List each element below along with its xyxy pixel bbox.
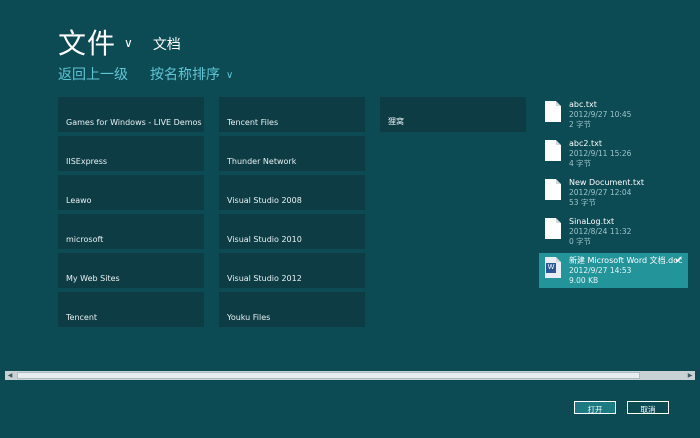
folder-label: Leawo: [66, 196, 92, 205]
file-size: 53 字节: [569, 198, 596, 207]
folder-tile[interactable]: Visual Studio 2010: [219, 214, 365, 249]
file-date: 2012/8/24 11:32: [569, 227, 632, 236]
file-name: abc.txt: [569, 100, 597, 109]
arrow-left-icon[interactable]: ◀: [5, 371, 15, 380]
header: 文件 ∨ 文档: [58, 22, 181, 62]
sort-dropdown[interactable]: 按名称排序 ∨: [150, 64, 233, 84]
folder-label: microsoft: [66, 235, 104, 244]
folder-tile[interactable]: My Web Sites: [58, 253, 204, 288]
folder-label: Tencent Files: [227, 118, 279, 127]
folder-label: Thunder Network: [227, 157, 297, 166]
file-name: New Document.txt: [569, 178, 644, 187]
file-item[interactable]: SinaLog.txt 2012/8/24 11:32 0 字节: [539, 214, 688, 249]
arrow-right-icon[interactable]: ▶: [685, 371, 695, 380]
file-date: 2012/9/27 12:04: [569, 188, 632, 197]
file-size: 9.00 KB: [569, 276, 599, 285]
file-item[interactable]: abc.txt 2012/9/27 10:45 2 字节: [539, 97, 688, 132]
folder-tile[interactable]: 狸窝: [380, 97, 526, 132]
folder-tile[interactable]: Thunder Network: [219, 136, 365, 171]
go-up-link[interactable]: 返回上一级: [58, 64, 128, 84]
folder-label: Tencent: [66, 313, 98, 322]
folder-label: Visual Studio 2012: [227, 274, 302, 283]
file-size: 4 字节: [569, 159, 592, 168]
folder-label: Visual Studio 2008: [227, 196, 302, 205]
cancel-button[interactable]: 取消: [627, 401, 669, 414]
horizontal-scrollbar[interactable]: ◀ ▶: [5, 371, 695, 380]
text-file-icon: [545, 218, 561, 239]
word-document-icon: [545, 257, 561, 278]
folder-tile[interactable]: Tencent Files: [219, 97, 365, 132]
scroll-thumb[interactable]: [17, 372, 640, 379]
subnav: 返回上一级 按名称排序 ∨: [58, 64, 233, 84]
folder-tile[interactable]: Visual Studio 2008: [219, 175, 365, 210]
folder-label: Youku Files: [227, 313, 271, 322]
file-size: 0 字节: [569, 237, 592, 246]
file-list: abc.txt 2012/9/27 10:45 2 字节 abc2.txt 20…: [539, 97, 688, 292]
text-file-icon: [545, 140, 561, 161]
file-date: 2012/9/27 10:45: [569, 110, 632, 119]
check-icon: ✔: [674, 255, 683, 266]
file-item[interactable]: New Document.txt 2012/9/27 12:04 53 字节: [539, 175, 688, 210]
folder-label: My Web Sites: [66, 274, 120, 283]
folder-label: Visual Studio 2010: [227, 235, 302, 244]
file-date: 2012/9/11 15:26: [569, 149, 632, 158]
file-size: 2 字节: [569, 120, 592, 129]
file-name: abc2.txt: [569, 139, 603, 148]
chevron-down-icon[interactable]: ∨: [124, 36, 133, 50]
text-file-icon: [545, 179, 561, 200]
folder-label: Games for Windows - LIVE Demos: [66, 118, 202, 127]
folder-tile[interactable]: Visual Studio 2012: [219, 253, 365, 288]
current-location: 文档: [152, 37, 181, 53]
page-title[interactable]: 文件: [58, 22, 116, 62]
chevron-down-icon: ∨: [226, 69, 234, 81]
file-name: SinaLog.txt: [569, 217, 615, 226]
folder-tile[interactable]: Tencent: [58, 292, 204, 327]
folder-tile[interactable]: Youku Files: [219, 292, 365, 327]
file-name: 新建 Microsoft Word 文档.doc: [569, 256, 683, 265]
open-button[interactable]: 打开: [574, 401, 616, 414]
file-item-selected[interactable]: 新建 Microsoft Word 文档.doc 2012/9/27 14:53…: [539, 253, 688, 288]
folder-tile[interactable]: IISExpress: [58, 136, 204, 171]
folder-tile[interactable]: Leawo: [58, 175, 204, 210]
file-item[interactable]: abc2.txt 2012/9/11 15:26 4 字节: [539, 136, 688, 171]
folder-tile[interactable]: Games for Windows - LIVE Demos: [58, 97, 204, 132]
folder-tile[interactable]: microsoft: [58, 214, 204, 249]
file-date: 2012/9/27 14:53: [569, 266, 632, 275]
folder-label: 狸窝: [388, 117, 404, 126]
sort-label: 按名称排序: [150, 67, 220, 83]
folder-grid: Games for Windows - LIVE Demos IISExpres…: [58, 97, 526, 327]
folder-label: IISExpress: [66, 157, 108, 166]
text-file-icon: [545, 101, 561, 122]
